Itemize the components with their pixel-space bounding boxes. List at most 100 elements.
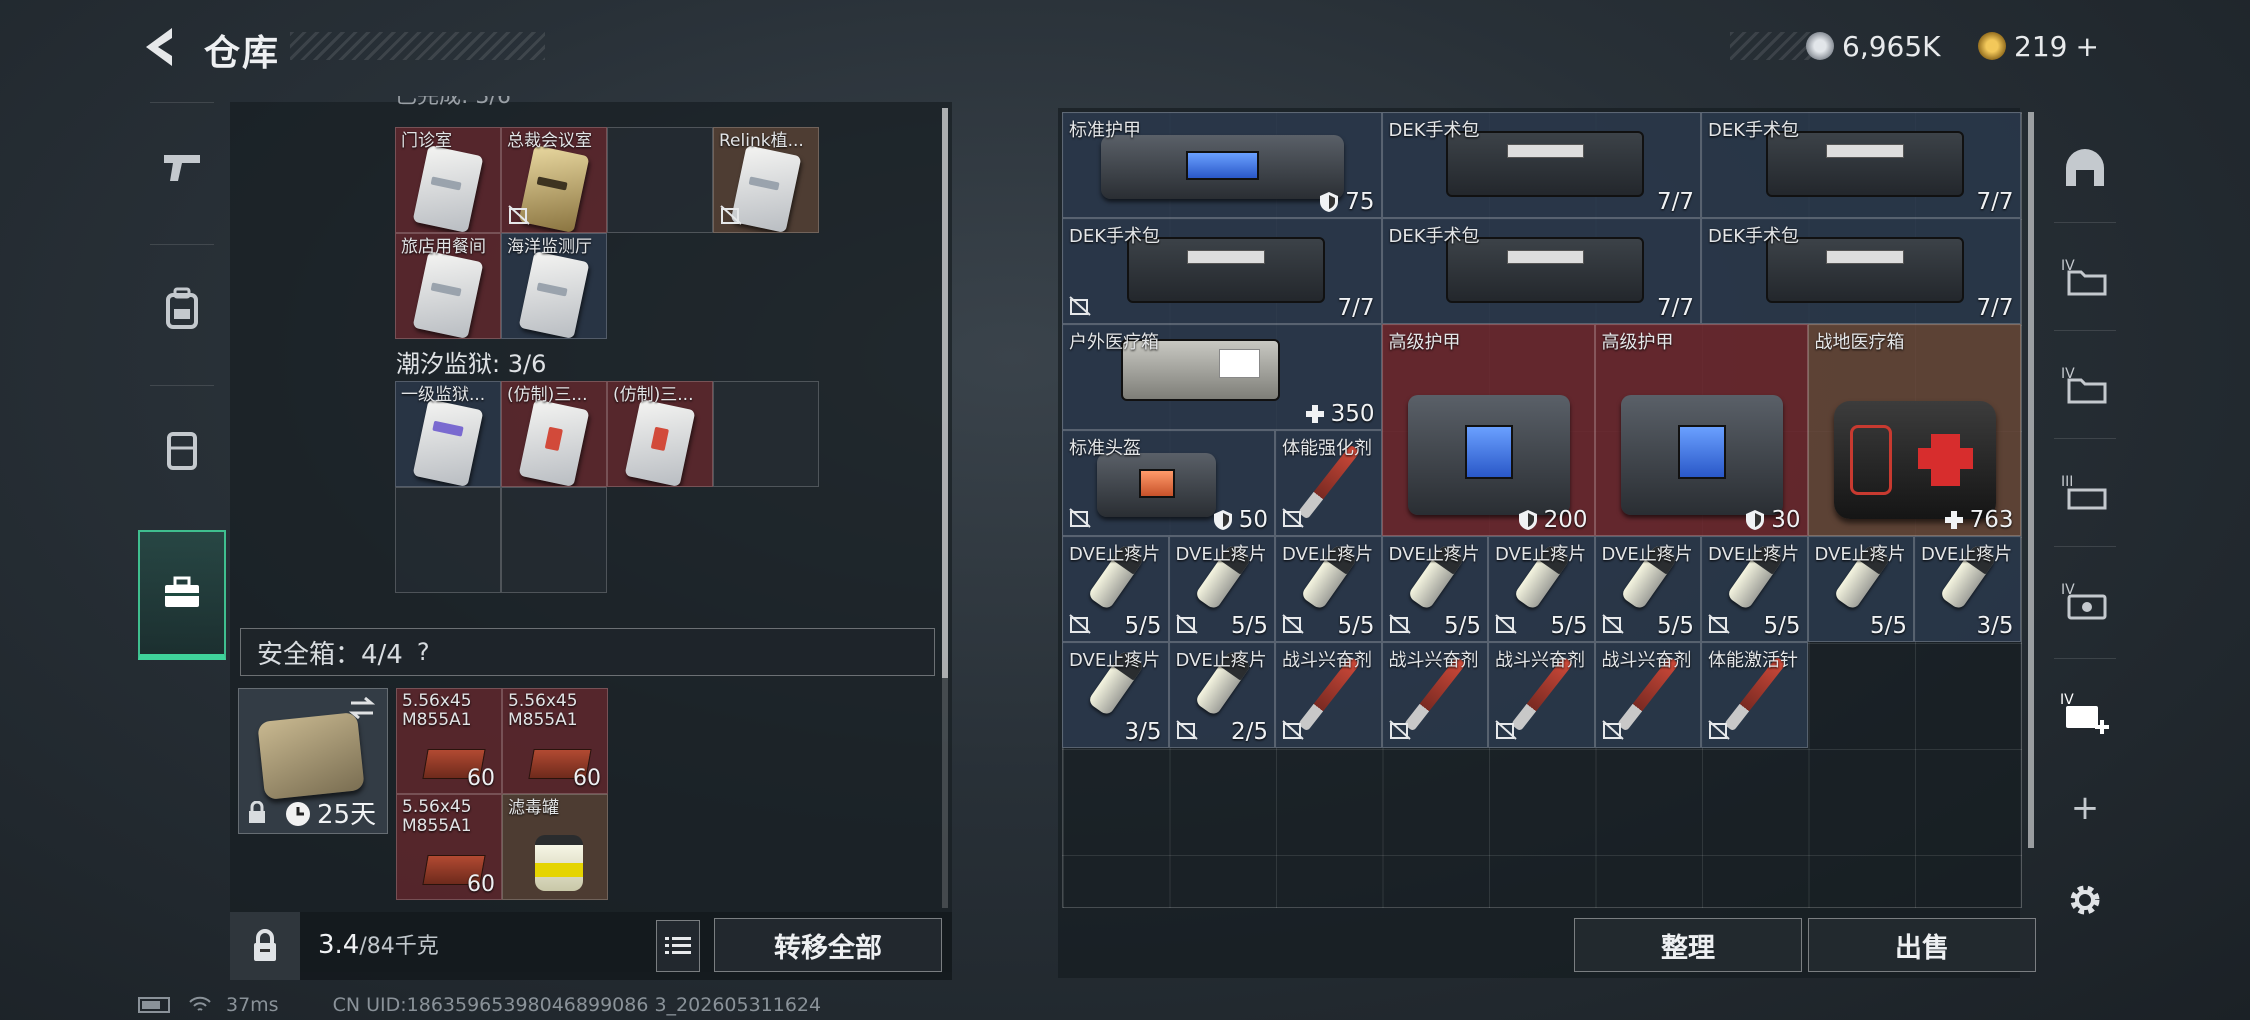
warehouse-item[interactable]: DVE止疼片 3/5 [1062,642,1169,748]
no-sell-icon [1282,508,1304,528]
safe-item-slot[interactable]: 滤毒罐 [502,794,608,900]
keycard-slot[interactable]: 海洋监测厅 [501,233,607,339]
keycard-image [624,399,696,486]
helmet-image [1097,453,1217,517]
warehouse-item[interactable]: DVE止疼片 5/5 [1381,536,1488,642]
item-name: DEK手术包 [1388,226,1480,247]
list-view-button[interactable] [656,920,700,972]
rnav-add-container[interactable]: IV [2040,662,2130,762]
rnav-container-3[interactable]: III [2040,442,2130,542]
empty-slot[interactable] [501,487,607,593]
warehouse-item[interactable]: DVE止疼片 5/5 [1701,536,1808,642]
coin-amount: 6,965K [1842,29,1941,63]
lock-toggle[interactable] [230,912,300,980]
warehouse-item[interactable]: 标准护甲 75 [1062,112,1382,218]
coin-icon [1806,32,1834,60]
warehouse-item[interactable]: DVE止疼片 3/5 [1914,536,2021,642]
warehouse-item[interactable]: DVE止疼片 5/5 [1594,536,1701,642]
safe-case-slot[interactable]: 25天 [238,688,388,834]
warehouse-item[interactable]: 战斗兴奋剂 [1275,642,1382,748]
no-sell-icon [1708,614,1730,634]
warehouse-item[interactable]: 户外医疗箱 350 [1062,324,1382,430]
pistol-icon [164,155,200,181]
no-sell-icon [1388,720,1411,740]
nav-weapons[interactable] [138,102,226,232]
warehouse-item[interactable]: DVE止疼片 5/5 [1168,536,1275,642]
svg-text:III: III [2061,474,2073,490]
premium-balance[interactable]: 219 + [1978,28,2099,64]
keycard-slot[interactable]: (仿制)三... [501,381,607,487]
right-scrollbar-thumb[interactable] [2028,112,2034,848]
back-arrow-icon[interactable] [138,24,180,70]
warehouse-item[interactable]: 高级护甲 200 [1381,324,1595,536]
page-title: 仓库 [204,33,281,74]
empty-slot[interactable] [607,127,713,233]
keycard-image [518,399,590,486]
warehouse-item[interactable]: DVE止疼片 5/5 [1275,536,1382,642]
warehouse-item[interactable]: DVE止疼片 5/5 [1062,536,1169,642]
item-name: 户外医疗箱 [1069,332,1159,353]
warehouse-item[interactable]: 战地医疗箱 763 [1807,324,2021,536]
rnav-container-4[interactable]: IV [2040,550,2130,650]
left-scrollbar-thumb[interactable] [942,108,948,678]
empty-slot[interactable] [395,487,501,593]
keycard-slot[interactable]: 一级监狱... [395,381,501,487]
keycard-slot[interactable]: Relink植... [713,127,819,233]
safe-box-label: 安全箱：4/4 [257,639,403,670]
nav-storage[interactable] [138,530,226,660]
warehouse-item[interactable]: 战斗兴奋剂 [1594,642,1701,748]
warehouse-item[interactable]: DEK手术包 7/7 [1701,112,2021,218]
warehouse-item[interactable]: 高级护甲 30 [1594,324,1808,536]
help-icon[interactable]: ? [417,638,430,666]
item-count: 60 [467,872,495,897]
nav-backpack[interactable] [138,244,226,374]
warehouse-item[interactable]: 体能强化剂 [1275,430,1382,536]
item-value: 50 [1213,507,1268,533]
filter-canister-image [535,835,583,891]
item-count: 60 [467,766,495,791]
right-container-nav: IV IV III IV IV + [2040,118,2130,958]
warehouse-item[interactable]: 标准头盔 50 [1062,430,1275,536]
nav-vest[interactable] [138,385,226,515]
warehouse-item[interactable]: DEK手术包 7/7 [1062,218,1382,324]
warehouse-item[interactable]: 战斗兴奋剂 [1381,642,1488,748]
warehouse-item[interactable]: DVE止疼片 2/5 [1168,642,1275,748]
organize-button[interactable]: 整理 [1574,918,1802,972]
item-name: DEK手术包 [1388,120,1480,141]
plus-button[interactable]: + [2040,758,2130,858]
item-name: 5.56x45 M855A1 [402,797,472,836]
keycard-slot[interactable]: (仿制)三... [607,381,713,487]
warehouse-item[interactable]: 战斗兴奋剂 [1488,642,1595,748]
weight-current: 3.4 [318,930,360,960]
swap-icon[interactable] [347,695,377,721]
keycard-slot[interactable]: 旅店用餐间 [395,233,501,339]
item-name: DVE止疼片 [1388,544,1480,565]
rnav-container-2[interactable]: IV [2040,334,2130,434]
keycard-slot[interactable]: 门诊室 [395,127,501,233]
warehouse-item[interactable]: DEK手术包 7/7 [1381,112,1701,218]
armor-image [1101,135,1345,199]
safe-item-slot[interactable]: 5.56x45 M855A1 60 [502,688,608,794]
warehouse-item[interactable]: 体能激活针 [1701,642,1808,748]
item-name: DVE止疼片 [1069,544,1161,565]
settings-button[interactable] [2040,850,2130,950]
item-name: 高级护甲 [1601,332,1674,353]
sell-button[interactable]: 出售 [1808,918,2036,972]
item-value: 7/7 [1976,189,2014,215]
safe-item-slot[interactable]: 5.56x45 M855A1 60 [396,794,502,900]
warehouse-item[interactable]: DVE止疼片 5/5 [1488,536,1595,642]
warehouse-item[interactable]: DVE止疼片 5/5 [1807,536,1914,642]
keycard-slot[interactable]: 总裁会议室 [501,127,607,233]
empty-slot[interactable] [713,381,819,487]
item-name: 5.56x45 M855A1 [402,691,472,730]
rnav-helmet-slot[interactable] [2040,118,2130,218]
add-premium-button[interactable]: + [2075,30,2098,63]
first-aid-box-image [1834,401,1996,519]
safe-item-slot[interactable]: 5.56x45 M855A1 60 [396,688,502,794]
warehouse-item[interactable]: DEK手术包 7/7 [1701,218,2021,324]
armor-image [1408,395,1570,515]
transfer-all-button[interactable]: 转移全部 [714,918,942,972]
warehouse-item[interactable]: DEK手术包 7/7 [1381,218,1701,324]
rnav-container-1[interactable]: IV [2040,226,2130,326]
item-name: 5.56x45 M855A1 [508,691,578,730]
